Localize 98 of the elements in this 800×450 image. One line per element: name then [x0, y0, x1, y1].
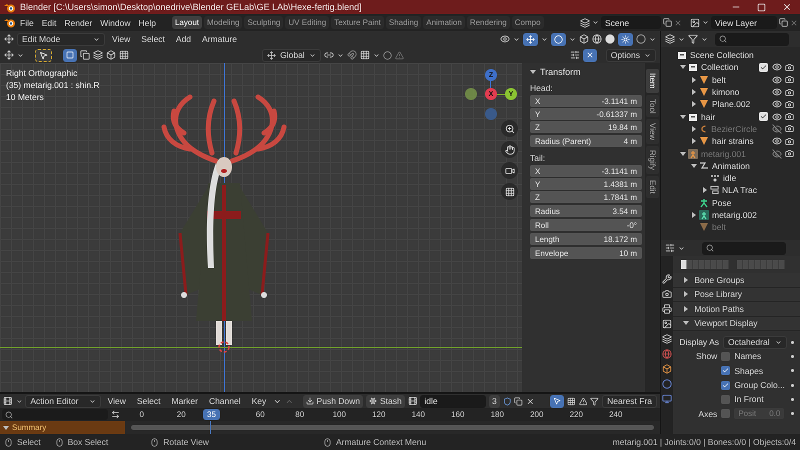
selection-info: (35) metarig.001 : shin.R — [6, 80, 100, 90]
menu-item[interactable]: Armature — [198, 34, 241, 44]
workspace-tab[interactable]: Sculpting — [244, 16, 284, 29]
action-field[interactable]: idle — [420, 394, 486, 408]
status-hint: Rotate View — [163, 437, 209, 447]
frame-number: 140 — [410, 410, 426, 419]
checkbox-label: In Front — [734, 394, 764, 404]
frame-number: 220 — [568, 410, 584, 419]
scene-field[interactable]: Scene — [601, 16, 661, 29]
grid-scale: 10 Meters — [6, 92, 45, 102]
workspace-tab[interactable]: UV Editing — [285, 16, 330, 29]
frame-number: 180 — [490, 410, 505, 419]
number-field[interactable]: Z 19.84 m — [530, 121, 642, 133]
frame-number: 0 — [138, 410, 145, 419]
frame-number: 20 — [176, 410, 187, 419]
snapping-dropdown[interactable]: Nearest Fra — [602, 394, 657, 408]
outliner-item[interactable]: hair strains — [712, 136, 754, 146]
status-hint: Armature Context Menu — [336, 437, 426, 447]
sidebar-tab[interactable]: View — [646, 119, 659, 144]
stash-button[interactable]: Stash — [366, 394, 405, 408]
panel-header[interactable]: Transform — [522, 65, 645, 79]
workspace-tab[interactable]: Modeling — [204, 16, 242, 29]
panel-header[interactable]: Pose Library — [673, 288, 800, 302]
menu-item[interactable]: Select — [137, 34, 169, 44]
menu-item[interactable]: View — [104, 396, 130, 406]
number-field[interactable]: Y 1.4381 m — [530, 178, 642, 190]
number-field[interactable]: Z 1.7841 m — [530, 191, 642, 203]
outliner-item[interactable]: NLA Trac — [722, 185, 757, 196]
number-field[interactable]: Radius (Parent) 4 m — [530, 135, 642, 147]
number-field[interactable]: Roll -0° — [530, 219, 642, 231]
status-hint: Box Select — [68, 437, 108, 447]
menu-item[interactable]: Key — [248, 396, 270, 406]
outliner-item[interactable]: metarig.002 — [712, 210, 757, 220]
menu-item[interactable]: Add — [172, 34, 196, 44]
number-field[interactable]: Y -0.61337 m — [530, 108, 642, 120]
push-down-button[interactable]: Push Down — [302, 394, 364, 408]
number-field[interactable]: X -3.1141 m — [530, 165, 642, 177]
frame-number: 200 — [529, 410, 544, 419]
number-field[interactable]: Radius 3.54 m — [530, 205, 642, 217]
checkbox-label: Group Colo... — [734, 380, 785, 390]
frame-number: 80 — [294, 410, 306, 419]
workspace-tab[interactable]: Texture Paint — [331, 16, 384, 29]
number-field[interactable]: Length 18.172 m — [530, 233, 642, 245]
menu-item[interactable]: File — [16, 18, 38, 28]
outliner-item[interactable]: hair — [701, 112, 716, 122]
editor-mode-dropdown[interactable]: Action Editor — [25, 394, 101, 408]
menu-item[interactable]: Edit — [38, 18, 60, 28]
field-label: Display As — [679, 337, 719, 348]
outliner-item[interactable]: kimono — [712, 87, 740, 98]
number-field[interactable]: X -3.1141 m — [530, 95, 642, 107]
frame-number: 100 — [332, 410, 347, 419]
options-dropdown[interactable]: Options — [606, 48, 656, 62]
workspace-tab[interactable]: Rendering — [466, 16, 510, 29]
display-dropdown[interactable]: Octahedral — [723, 336, 787, 349]
current-frame[interactable]: 35 — [203, 409, 220, 420]
workspace-tab[interactable]: Shading — [386, 16, 422, 29]
workspace-tab[interactable]: Compo — [512, 16, 544, 29]
user-count[interactable]: 3 — [488, 394, 500, 408]
view-name: Right Orthographic — [6, 68, 78, 78]
outliner-item[interactable]: Pose — [712, 198, 732, 208]
mode-dropdown[interactable]: Edit Mode — [17, 32, 105, 46]
frame-number: 160 — [450, 410, 466, 419]
menu-item[interactable]: Select — [132, 396, 164, 406]
checkbox-label: Shapes — [734, 366, 764, 376]
workspace-tab[interactable]: Animation — [423, 16, 465, 29]
frame-number: 120 — [371, 410, 386, 419]
outliner-item[interactable]: idle — [723, 173, 736, 184]
outliner-item[interactable]: Collection — [701, 62, 738, 72]
menu-item[interactable]: Help — [134, 18, 160, 28]
menu-item[interactable]: Window — [96, 18, 134, 28]
window-title: Blender [C:\Users\simon\Desktop\onedrive\Blender GELab\GE LAb\Hexe-fertig.blend] — [20, 2, 362, 12]
panel-header[interactable]: Viewport Display — [673, 316, 800, 331]
scene-stats: metarig.001 | Joints:0/0 | Bones:0/0 | Objects:0/4 — [612, 437, 796, 447]
field-label: Show — [696, 351, 718, 362]
outliner-item[interactable]: Plane.002 — [712, 99, 750, 110]
field-group-label: Tail: — [529, 152, 546, 165]
field-group-label: Head: — [529, 82, 554, 95]
view-layer-field[interactable]: View Layer — [711, 16, 777, 29]
status-hint: Select — [17, 437, 41, 447]
outliner-item[interactable]: Animation — [712, 160, 750, 171]
sidebar-tab[interactable]: Edit — [646, 176, 659, 198]
menu-item[interactable]: View — [108, 34, 134, 44]
workspace-tab[interactable]: Layout — [172, 16, 202, 29]
sidebar-tab[interactable]: Rigify — [646, 146, 659, 174]
frame-number: 60 — [254, 410, 266, 419]
menu-item[interactable]: Channel — [204, 396, 245, 406]
checkbox-label: Names — [734, 351, 762, 362]
sidebar-tab[interactable]: Tool — [646, 94, 659, 118]
field-label: Axes — [697, 408, 718, 419]
sidebar-tab[interactable]: Item — [646, 69, 659, 93]
orientation-dropdown[interactable]: Global — [262, 48, 321, 62]
menu-item[interactable]: Render — [60, 18, 96, 28]
outliner-item[interactable]: Scene Collection — [690, 50, 754, 60]
menu-item[interactable]: Marker — [167, 396, 202, 406]
frame-number: 240 — [608, 410, 624, 419]
outliner-item[interactable]: belt — [712, 74, 726, 85]
number-field[interactable]: Envelope 10 m — [530, 247, 642, 259]
summary-channel[interactable]: Summary — [0, 421, 125, 434]
